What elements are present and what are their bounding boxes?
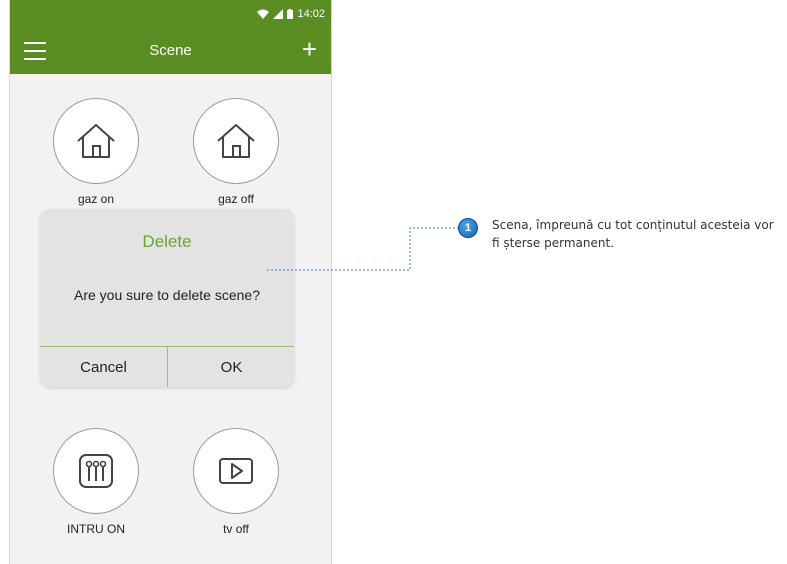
callout-connector	[267, 227, 458, 271]
callout-marker: 1	[458, 218, 478, 238]
callout-note: Scena, împreună cu tot conținutul aceste…	[492, 218, 774, 250]
